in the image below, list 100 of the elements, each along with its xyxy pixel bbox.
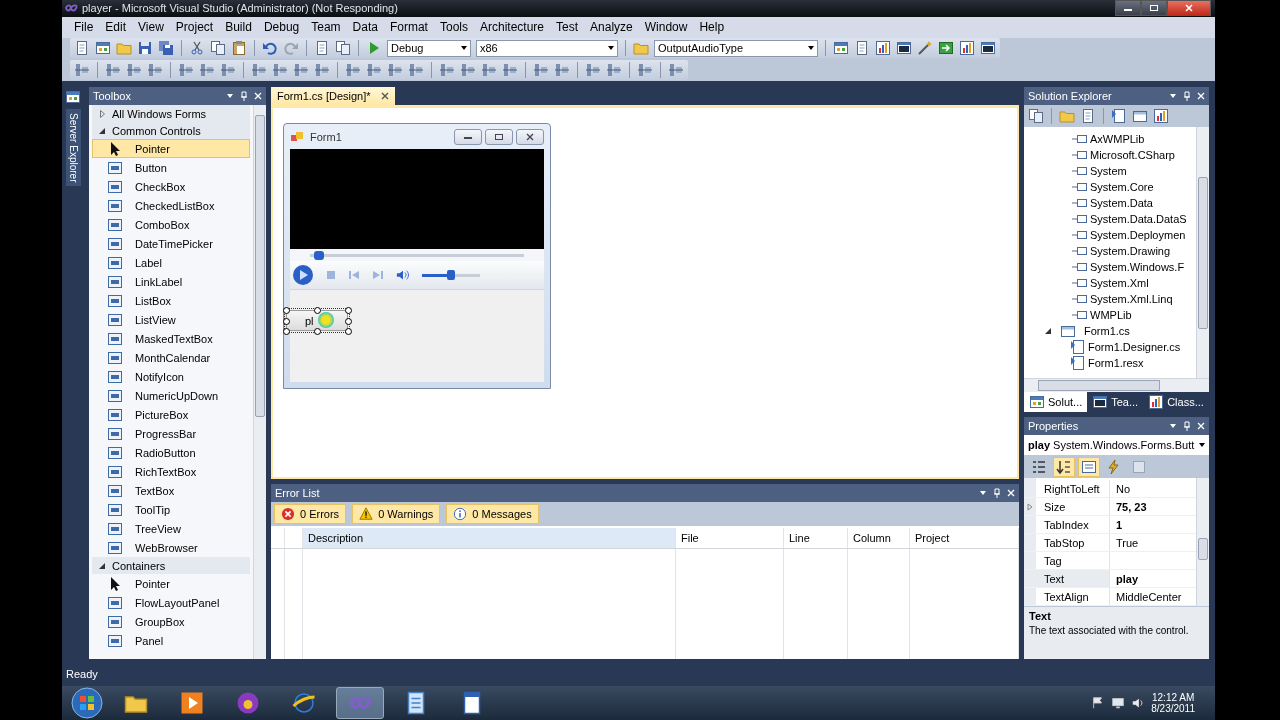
toolbox-item[interactable]: PictureBox [92,405,250,424]
filter-button[interactable]: 0 Errors [274,504,347,524]
alignment-icon[interactable] [105,62,121,79]
alignment-icon[interactable] [668,62,684,79]
menu-item[interactable]: Help [693,20,731,35]
slider-thumb[interactable] [313,250,324,260]
scissors-icon[interactable] [189,40,205,57]
menu-item[interactable]: Format [383,20,434,35]
toolbox-item[interactable]: RadioButton [92,443,250,462]
resize-handle[interactable] [314,328,321,335]
document-tab[interactable]: Form1.cs [Design]* [271,87,395,105]
copy-icon[interactable] [335,40,351,57]
alignment-icon[interactable] [345,62,361,79]
alignment-icon[interactable] [366,62,382,79]
property-value[interactable]: play [1110,570,1196,587]
scrollbar[interactable] [1196,127,1209,378]
toolbox-item[interactable]: Panel [92,631,250,650]
tree-item[interactable]: System.Drawing [1024,243,1196,259]
tree-item[interactable]: AxWMPLib [1024,131,1196,147]
close-button[interactable] [1167,0,1211,17]
property-name[interactable]: TextAlign [1036,588,1110,605]
toolbox-item[interactable]: MaskedTextBox [92,329,250,348]
clipboard-icon[interactable] [231,40,247,57]
alignment-icon[interactable] [460,62,476,79]
platform-dropdown[interactable]: x86 [476,39,618,57]
alignment-icon[interactable] [502,62,518,79]
column-header[interactable]: Project [910,528,1019,548]
menu-item[interactable]: View [132,20,170,35]
maximize-button[interactable] [1141,0,1167,17]
alignment-icon[interactable] [387,62,403,79]
form-file-icon[interactable] [1132,108,1148,124]
menu-item[interactable]: Analyze [584,20,639,35]
property-value[interactable]: 75, 23 [1110,498,1196,515]
wand-icon[interactable] [917,40,933,57]
toolbox-item[interactable]: LinkLabel [92,272,250,291]
copy-icon[interactable] [1028,108,1044,124]
window-grid-icon[interactable] [833,40,849,57]
panel-tab[interactable]: Tea... [1087,392,1144,412]
console-window-icon[interactable] [980,40,996,57]
alignment-icon[interactable] [439,62,455,79]
alignment-icon[interactable] [554,62,570,79]
alignment-icon[interactable] [481,62,497,79]
alignment-icon[interactable] [74,62,90,79]
find-dropdown[interactable]: OutputAudioType [654,39,818,57]
filter-button[interactable]: 0 Warnings [352,504,441,524]
toolbox-item[interactable]: TreeView [92,519,250,538]
triangle-icon[interactable] [1044,327,1052,335]
floppy-disks-icon[interactable] [158,40,174,57]
toolbox-item[interactable]: Pointer [92,574,250,593]
undo-icon[interactable] [262,40,278,57]
toolbar-button[interactable] [1053,457,1075,477]
pin-icon[interactable] [993,488,1001,498]
property-value[interactable]: 1 [1110,516,1196,533]
minimize-button[interactable] [454,128,482,145]
alignment-icon[interactable] [585,62,601,79]
caret-icon[interactable] [979,489,987,497]
caret-icon[interactable] [1169,422,1177,430]
alignment-icon[interactable] [533,62,549,79]
tree-item[interactable]: Microsoft.CSharp [1024,147,1196,163]
menu-item[interactable]: Team [305,20,347,35]
property-name[interactable]: Tag [1036,552,1110,569]
toolbox-item[interactable]: ListBox [92,291,250,310]
bar-chart-icon[interactable] [875,40,891,57]
tree-item[interactable]: System.Data [1024,195,1196,211]
toolbox-item[interactable]: Button [92,158,250,177]
toolbar-button[interactable] [1078,457,1100,477]
page-icon[interactable] [854,40,870,57]
menu-item[interactable]: Architecture [474,20,550,35]
page-icon[interactable] [1080,108,1096,124]
alignment-icon[interactable] [147,62,163,79]
column-header[interactable]: Column [848,528,910,548]
filter-button[interactable]: 0 Messages [446,504,539,524]
alignment-icon[interactable] [272,62,288,79]
alignment-icon[interactable] [408,62,424,79]
bar-chart-icon[interactable] [959,40,975,57]
menu-item[interactable]: Test [550,20,585,35]
toolbox-item[interactable]: ComboBox [92,215,250,234]
toolbox-item[interactable]: CheckedListBox [92,196,250,215]
caret-icon[interactable] [226,92,234,100]
toolbox-item[interactable]: NumericUpDown [92,386,250,405]
close-button[interactable] [516,128,544,145]
expand-icon[interactable] [1027,502,1033,511]
property-name[interactable]: Text [1036,570,1110,587]
toolbox-item[interactable]: TextBox [92,481,250,500]
toolbox-item[interactable]: DateTimePicker [92,234,250,253]
property-name[interactable]: TabIndex [1036,516,1110,533]
toolbox-item[interactable]: Pointer [92,139,250,158]
menu-item[interactable]: File [68,20,100,35]
alignment-icon[interactable] [199,62,215,79]
alignment-icon[interactable] [293,62,309,79]
property-name[interactable]: TabStop [1036,534,1110,551]
alignment-icon[interactable] [126,62,142,79]
close-icon[interactable] [380,92,389,100]
arrow-box-icon[interactable] [938,40,954,57]
alignment-icon[interactable] [606,62,622,79]
page-icon[interactable] [74,40,90,57]
server-explorer-tab[interactable]: Server Explorer [65,109,81,187]
menu-item[interactable]: Project [169,20,220,35]
menu-item[interactable]: Build [219,20,258,35]
toolbox-item[interactable]: ToolTip [92,500,250,519]
